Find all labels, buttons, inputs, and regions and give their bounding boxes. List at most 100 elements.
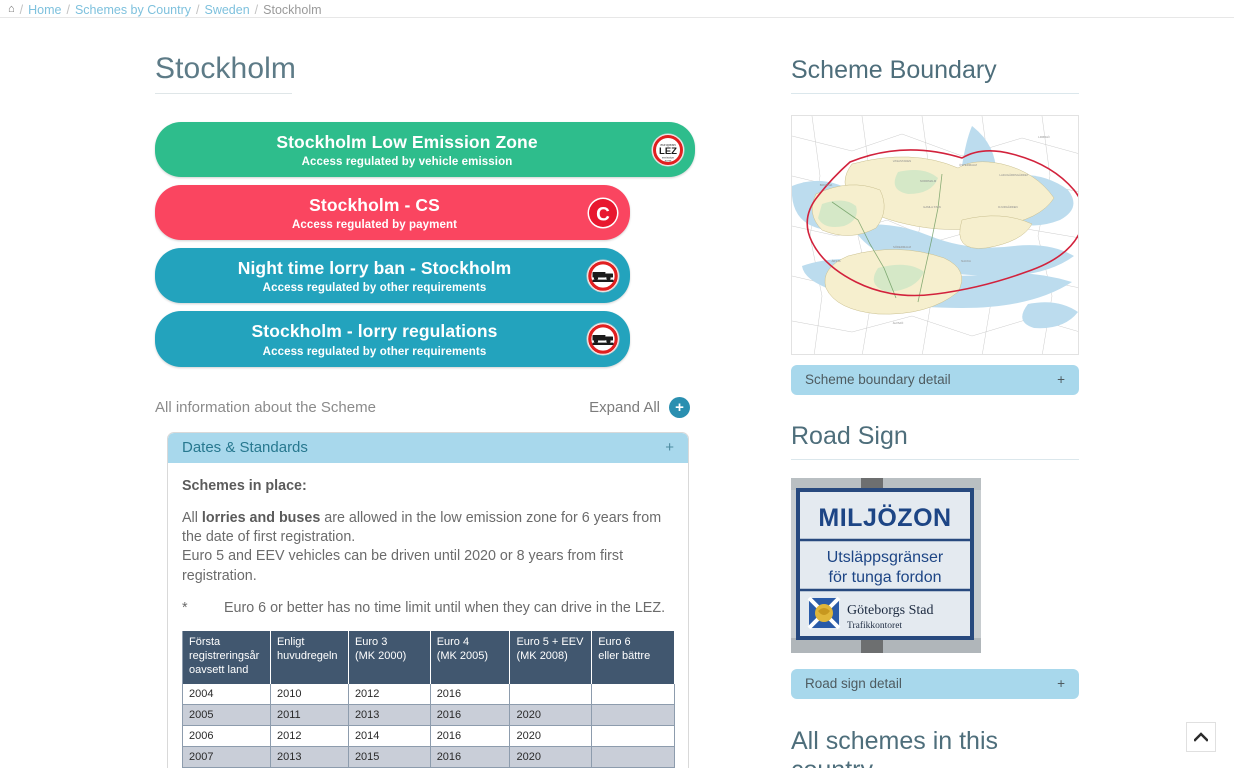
table-cell: [591, 725, 675, 747]
all-information-heading: All information about the Scheme: [155, 398, 376, 416]
breadcrumb-item-stockholm: Stockholm: [263, 2, 322, 17]
accordion-title: Dates & Standards: [182, 438, 308, 456]
dates-standards-table: Första registreringsår oavsett land Enli…: [182, 631, 675, 768]
svg-text:ÖSTERMALM: ÖSTERMALM: [959, 163, 977, 167]
table-cell: 2020: [509, 746, 593, 768]
scheme-title: Stockholm - CS: [309, 195, 440, 216]
table-header-cell: Euro 6 eller bättre: [591, 631, 675, 684]
page-title: Stockholm: [155, 52, 296, 94]
schemes-in-place-label: Schemes in place:: [182, 477, 307, 494]
accordion-dates-and-standards: Dates & Standards + Schemes in place: Al…: [167, 431, 689, 768]
table-cell: 2013: [348, 704, 431, 726]
scheme-subtitle: Access regulated by other requirements: [262, 345, 487, 358]
asterisk-marker: *: [182, 599, 188, 616]
paragraph-lorries-and-buses: All lorries and buses are allowed in the…: [182, 509, 674, 586]
table-cell: 2006: [182, 725, 271, 747]
breadcrumb-item-schemes-by-country[interactable]: Schemes by Country: [75, 3, 191, 17]
svg-text:Utsläppsgränser: Utsläppsgränser: [827, 549, 944, 566]
chevron-up-icon: [1194, 732, 1208, 742]
scheme-subtitle: Access regulated by payment: [291, 219, 458, 232]
table-cell: 2016: [430, 704, 511, 726]
svg-text:NACKA: NACKA: [961, 259, 971, 263]
breadcrumb-item-sweden[interactable]: Sweden: [204, 3, 249, 17]
scheme-title: Night time lorry ban - Stockholm: [237, 258, 512, 279]
table-cell: 2011: [270, 704, 349, 726]
expand-all-label[interactable]: Expand All: [589, 399, 660, 416]
text-pre: All: [182, 509, 202, 526]
table-cell: 2016: [430, 683, 511, 705]
svg-text:DJURGÅRDEN: DJURGÅRDEN: [998, 204, 1017, 209]
home-icon[interactable]: ⌂: [8, 4, 15, 15]
table-cell: 2016: [430, 725, 511, 747]
table-cell: [591, 746, 675, 768]
plus-icon[interactable]: +: [665, 439, 674, 456]
svg-text:Trafikkontoret: Trafikkontoret: [847, 620, 902, 631]
table-cell: 2020: [509, 725, 593, 747]
scheme-card-low-emission-zone[interactable]: Stockholm Low Emission Zone Access regul…: [155, 122, 695, 178]
table-cell: 2012: [270, 725, 349, 747]
table-row: 2007 2013 2015 2016 2020: [182, 746, 675, 768]
accordion-header[interactable]: Dates & Standards +: [168, 432, 688, 463]
table-header-cell: Euro 3 (MK 2000): [348, 631, 431, 684]
svg-text:ÅRSTA: ÅRSTA: [831, 258, 840, 263]
table-header-cell: Euro 5 + EEV (MK 2008): [509, 631, 593, 684]
svg-text:VASASTADEN: VASASTADEN: [893, 159, 911, 163]
svg-text:GAMLA STAN: GAMLA STAN: [923, 205, 941, 209]
scheme-card-night-time-lorry-ban[interactable]: Night time lorry ban - Stockholm Access …: [155, 248, 630, 304]
plus-icon[interactable]: +: [1057, 372, 1065, 387]
page-body: Stockholm Stockholm Low Emission Zone Ac…: [0, 18, 1234, 768]
scheme-title: Stockholm Low Emission Zone: [276, 132, 538, 152]
svg-text:SÖDERMALM: SÖDERMALM: [893, 245, 912, 249]
table-cell: 2007: [182, 746, 271, 768]
scroll-to-top-button[interactable]: [1186, 722, 1216, 752]
plus-icon[interactable]: +: [1057, 676, 1065, 691]
breadcrumb-separator: /: [19, 2, 24, 17]
accordion-body: Schemes in place: All lorries and buses …: [168, 463, 688, 768]
table-cell: 2015: [348, 746, 431, 768]
table-cell: 2010: [270, 683, 349, 705]
scheme-subtitle: Access regulated by other requirements: [262, 282, 487, 295]
plus-circle-icon[interactable]: +: [669, 396, 690, 418]
table-cell: 2005: [182, 704, 271, 726]
svg-text:C: C: [596, 204, 610, 225]
paragraph-euro6-note: * Euro 6 or better has no time limit unti…: [182, 599, 674, 618]
road-sign-section: Road Sign MILJÖZON Utsläppsgränser för t…: [791, 422, 1079, 699]
svg-text:för tunga fordon: för tunga fordon: [829, 569, 942, 586]
table-header-cell: Euro 4 (MK 2005): [430, 631, 511, 684]
breadcrumb-separator: /: [196, 2, 200, 17]
text-euro6: Euro 6 or better has no time limit until…: [224, 599, 666, 616]
scheme-boundary-map: VASASTADEN ÖSTERMALM NORRMALM GAMLA STAN…: [791, 115, 1079, 355]
text-bold: lorries and buses: [201, 509, 321, 526]
table-row: 2004 2010 2012 2016: [182, 683, 675, 705]
paragraph-schemes-in-place: Schemes in place:: [182, 477, 674, 496]
all-schemes-heading: All schemes in this country: [791, 727, 1079, 768]
road-sign-detail-bar[interactable]: Road sign detail +: [791, 669, 1079, 699]
scheme-card-lorry-regulations[interactable]: Stockholm - lorry regulations Access reg…: [155, 311, 630, 367]
breadcrumb-separator: /: [66, 2, 70, 17]
expand-all-row: All information about the Scheme Expand …: [155, 396, 690, 418]
table-cell: [591, 683, 675, 705]
scheme-title: Stockholm - lorry regulations: [251, 321, 498, 342]
no-lorries-sign-icon: [586, 322, 620, 356]
table-cell: 2016: [430, 746, 511, 768]
svg-text:BROMMA: BROMMA: [820, 183, 833, 187]
breadcrumb-item-home[interactable]: Home: [28, 3, 61, 17]
table-cell: 2004: [182, 683, 271, 705]
scheme-boundary-section: Scheme Boundary VASASTADEN ÖSTERMALM NOR…: [791, 56, 1079, 395]
breadcrumb: ⌂ / Home / Schemes by Country / Sweden /…: [0, 0, 1234, 18]
scheme-card-congestion-charge[interactable]: Stockholm - CS Access regulated by payme…: [155, 185, 630, 241]
expand-all-control[interactable]: Expand All +: [589, 396, 690, 418]
scheme-boundary-detail-bar[interactable]: Scheme boundary detail +: [791, 365, 1079, 395]
congestion-charge-icon: C: [586, 196, 620, 230]
scheme-list: Stockholm Low Emission Zone Access regul…: [155, 122, 790, 367]
table-header-cell: Första registreringsår oavsett land: [182, 631, 271, 684]
table-cell: [509, 683, 593, 705]
road-sign-photo: MILJÖZON Utsläppsgränser för tunga fordo…: [791, 478, 981, 653]
no-lorries-sign-icon: [586, 259, 620, 293]
table-body: 2004 2010 2012 2016 2005 2011 2013 2016 2020 2006…: [182, 683, 675, 768]
table-cell: 2014: [348, 725, 431, 747]
svg-text:NORRMALM: NORRMALM: [920, 179, 937, 183]
table-cell: 2013: [270, 746, 349, 768]
table-row: 2006 2012 2014 2016 2020: [182, 725, 675, 747]
sidebar-inner: Scheme Boundary VASASTADEN ÖSTERMALM NOR…: [791, 18, 1234, 768]
